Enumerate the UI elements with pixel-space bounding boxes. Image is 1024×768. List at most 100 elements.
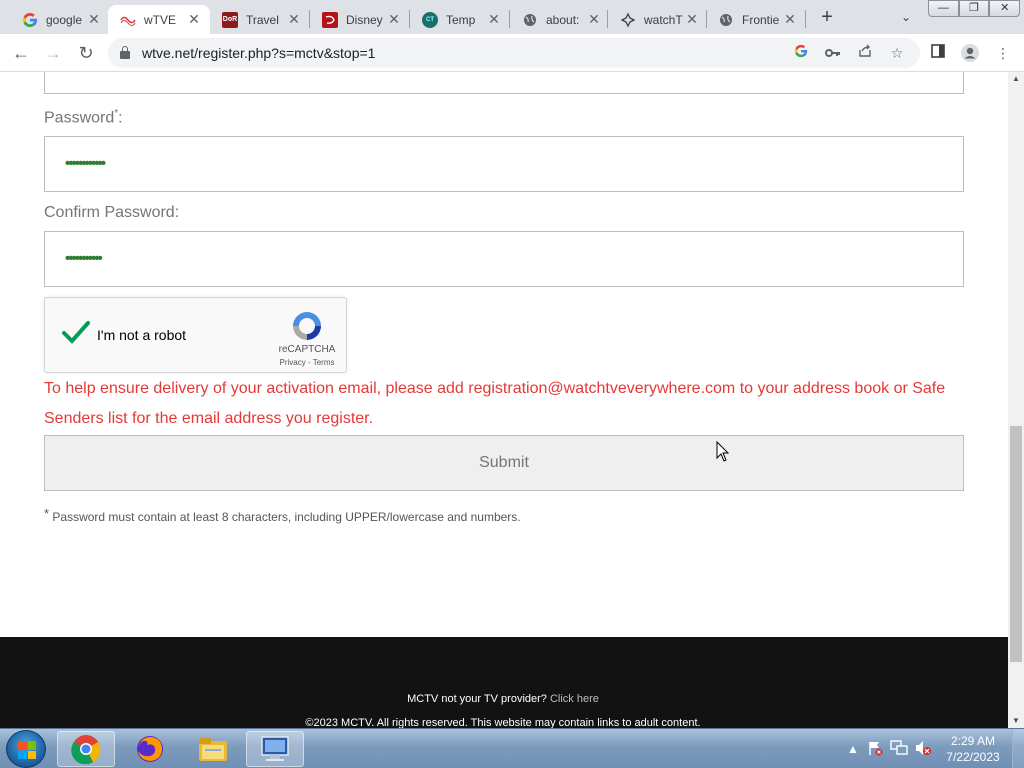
- mouse-cursor-icon: [716, 440, 730, 463]
- volume-muted-icon[interactable]: [914, 740, 932, 758]
- profile-avatar-icon[interactable]: [960, 43, 980, 63]
- share-icon[interactable]: [856, 44, 874, 62]
- close-icon[interactable]: ✕: [86, 11, 102, 28]
- confirm-password-field[interactable]: •••••••••••: [44, 231, 964, 287]
- wtve-icon: [120, 12, 136, 28]
- globe-icon: [522, 12, 538, 28]
- tab-title: watchT: [644, 12, 683, 27]
- windows-logo-icon: [18, 741, 36, 759]
- side-panel-icon[interactable]: [928, 43, 948, 63]
- url-text[interactable]: wtve.net/register.php?s=mctv&stop=1: [142, 45, 375, 61]
- email-delivery-notice: To help ensure delivery of your activati…: [44, 380, 946, 427]
- password-field[interactable]: ••••••••••••: [44, 136, 964, 192]
- page-scrollbar[interactable]: ▲ ▼: [1008, 72, 1024, 728]
- tab-wtve[interactable]: wTVE ✕: [108, 5, 210, 34]
- email-field[interactable]: [44, 72, 964, 94]
- puzzle-icon: [620, 12, 636, 28]
- tab-temp[interactable]: CT Temp ✕: [410, 5, 510, 34]
- scrollbar-thumb[interactable]: [1010, 426, 1022, 662]
- minimize-button[interactable]: —: [928, 0, 959, 17]
- tab-title: about:: [546, 12, 580, 27]
- close-icon[interactable]: ✕: [684, 11, 700, 28]
- tab-strip: google ✕ wTVE ✕ DoR Travel ✕ Disney ✕ CT…: [0, 0, 1024, 34]
- tab-search-chevron-icon[interactable]: ⌄: [896, 6, 916, 28]
- window-controls: — ❐ ✕: [928, 0, 1021, 18]
- key-icon[interactable]: [824, 44, 842, 62]
- lock-icon[interactable]: [120, 46, 130, 59]
- recaptcha-terms-link[interactable]: Terms: [313, 358, 335, 367]
- recaptcha-privacy-link[interactable]: Privacy: [280, 358, 306, 367]
- copyright-text: ©2023 MCTV. All rights reserved. This we…: [305, 717, 701, 728]
- site-footer: MCTV not your TV provider? Click here ©2…: [0, 637, 1008, 728]
- taskbar-firefox[interactable]: [121, 731, 179, 767]
- click-here-link[interactable]: Click here: [550, 693, 599, 705]
- recaptcha-logo-icon: [289, 308, 325, 344]
- system-clock[interactable]: 2:29 AM 7/22/2023: [940, 733, 1006, 765]
- taskbar-file-explorer[interactable]: [184, 731, 242, 767]
- restore-button[interactable]: ❐: [958, 0, 990, 17]
- close-icon[interactable]: ✕: [782, 11, 798, 28]
- tab-title: google: [46, 12, 83, 27]
- clock-time: 2:29 AM: [950, 734, 996, 748]
- reload-icon[interactable]: ↻: [73, 40, 99, 66]
- tab-google[interactable]: google ✕: [10, 5, 110, 34]
- close-icon[interactable]: ✕: [486, 11, 502, 28]
- tab-frontier[interactable]: Frontie ✕: [706, 5, 806, 34]
- file-explorer-icon: [199, 738, 227, 761]
- taskbar-chrome[interactable]: [57, 731, 115, 767]
- globe-icon: [718, 12, 734, 28]
- forward-arrow-icon[interactable]: →: [40, 40, 66, 66]
- dor-icon: DoR: [222, 11, 238, 28]
- tab-watch[interactable]: watchT ✕: [608, 5, 708, 34]
- tab-disney[interactable]: Disney ✕: [310, 5, 410, 34]
- scroll-up-arrow-icon[interactable]: ▲: [1008, 72, 1024, 86]
- submit-button[interactable]: Submit: [44, 435, 964, 491]
- tab-title: Temp: [446, 12, 476, 27]
- show-hidden-icons-icon[interactable]: ▲: [844, 740, 862, 758]
- password-requirements-note: * Password must contain at least 8 chara…: [44, 506, 521, 524]
- google-lens-icon[interactable]: [792, 44, 810, 62]
- tab-title: Disney: [346, 12, 383, 27]
- page-viewport: Password*: •••••••••••• Confirm Password…: [0, 72, 1008, 728]
- temp-icon: CT: [422, 11, 438, 28]
- tab-title: Travel: [246, 12, 279, 27]
- clock-date: 7/22/2023: [946, 750, 1000, 764]
- recaptcha-brand: reCAPTCHA: [278, 344, 336, 355]
- provider-question: MCTV not your TV provider? Click here: [407, 693, 599, 705]
- close-window-button[interactable]: ✕: [989, 0, 1021, 17]
- more-menu-icon[interactable]: ⋮: [993, 43, 1013, 63]
- new-tab-button[interactable]: +: [816, 6, 838, 28]
- recaptcha-widget: I'm not a robot reCAPTCHA Privacy - Term…: [44, 297, 347, 373]
- password-label: Password*:: [44, 108, 123, 127]
- close-icon[interactable]: ✕: [286, 11, 302, 28]
- taskbar-remote-desktop[interactable]: [246, 731, 304, 767]
- show-desktop-button[interactable]: [1012, 729, 1024, 768]
- address-bar[interactable]: wtve.net/register.php?s=mctv&stop=1 ☆: [108, 38, 920, 68]
- google-g-icon: [22, 12, 38, 28]
- tab-title: Frontie: [742, 12, 780, 27]
- password-value: ••••••••••••: [65, 155, 106, 172]
- chrome-icon: [71, 735, 101, 764]
- confirm-password-label: Confirm Password:: [44, 204, 180, 221]
- back-arrow-icon[interactable]: ←: [8, 40, 34, 66]
- tab-travel[interactable]: DoR Travel ✕: [210, 5, 310, 34]
- confirm-password-value: •••••••••••: [65, 250, 103, 267]
- recaptcha-checkmark-icon[interactable]: [61, 318, 91, 348]
- action-center-flag-icon[interactable]: [866, 740, 884, 758]
- close-icon[interactable]: ✕: [186, 11, 202, 28]
- close-icon[interactable]: ✕: [586, 11, 602, 28]
- tab-title: wTVE: [144, 12, 177, 27]
- start-button[interactable]: [6, 730, 46, 768]
- close-icon[interactable]: ✕: [386, 11, 402, 28]
- tab-about[interactable]: about: ✕: [510, 5, 610, 34]
- bookmark-star-icon[interactable]: ☆: [888, 44, 906, 62]
- firefox-icon: [137, 736, 163, 762]
- recaptcha-label: I'm not a robot: [97, 327, 187, 343]
- disney-icon: [322, 11, 338, 28]
- windows-taskbar: ▲ 2:29 AM 7/22/2023: [0, 728, 1024, 768]
- scroll-down-arrow-icon[interactable]: ▼: [1008, 714, 1024, 728]
- browser-toolbar: ← → ↻ wtve.net/register.php?s=mctv&stop=…: [0, 34, 1024, 72]
- network-icon[interactable]: [890, 740, 908, 758]
- tab-separator: [805, 10, 806, 28]
- remote-desktop-icon: [261, 736, 289, 761]
